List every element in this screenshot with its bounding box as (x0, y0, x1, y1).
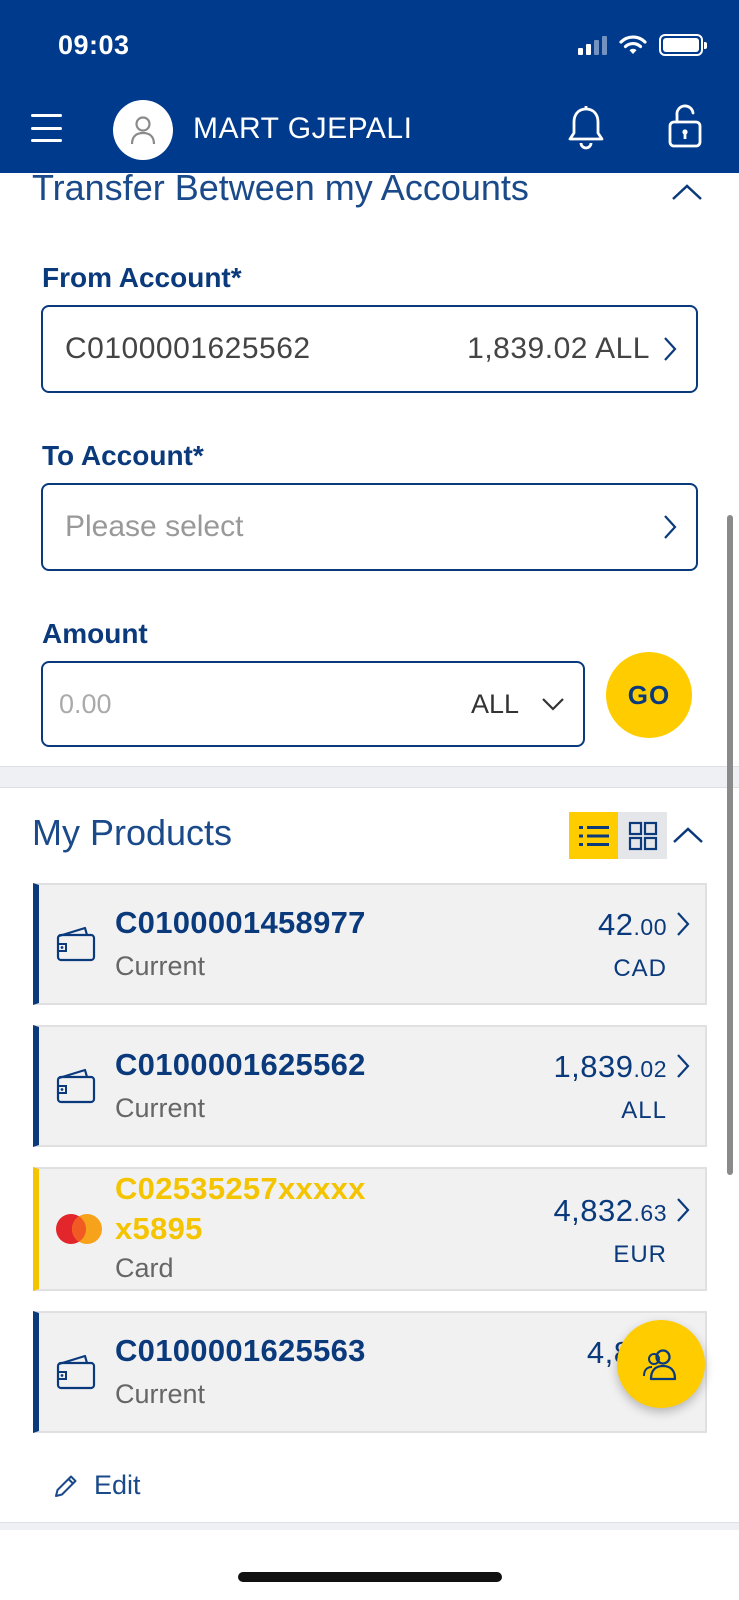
wifi-icon (619, 34, 647, 54)
edit-button[interactable]: Edit (52, 1470, 141, 1501)
to-account-label: To Account* (42, 440, 204, 471)
product-type: Current (115, 951, 206, 981)
contacts-icon (643, 1349, 677, 1381)
chevron-right-icon (677, 1054, 690, 1078)
product-number: C0100001458977 (115, 905, 366, 940)
bottom-divider (0, 1522, 739, 1530)
list-view-button[interactable] (569, 812, 618, 859)
bell-icon[interactable] (567, 105, 605, 151)
product-row[interactable]: C0100001625563 Current 4,832 E (33, 1311, 707, 1433)
chevron-right-icon (664, 515, 677, 539)
wallet-icon (56, 1354, 96, 1390)
amount-label: Amount (42, 618, 148, 649)
grid-view-icon (628, 821, 657, 850)
avatar[interactable] (113, 100, 173, 160)
top-bar: 09:03 MART GJEPALI (0, 0, 739, 173)
view-toggle (569, 812, 667, 859)
chevron-up-icon[interactable] (672, 826, 704, 844)
product-row[interactable]: C0100001625562 Current 1,839.02 ALL (33, 1025, 707, 1147)
products-section-title: My Products (32, 812, 233, 853)
product-type: Current (115, 1379, 206, 1409)
product-amount: 42.00 (598, 907, 667, 942)
from-account-select[interactable]: C0100001625562 1,839.02 ALL (41, 305, 698, 393)
chevron-right-icon (664, 337, 677, 361)
battery-icon (659, 34, 707, 56)
to-account-placeholder: Please select (65, 510, 244, 543)
product-currency: CAD (613, 955, 667, 982)
status-time: 09:03 (58, 30, 130, 60)
amount-currency-select[interactable]: ALL (471, 689, 519, 720)
amount-field[interactable]: 0.00 ALL (41, 661, 585, 747)
list-view-icon (578, 825, 609, 846)
to-account-select[interactable]: Please select (41, 483, 698, 571)
lock-icon[interactable] (667, 104, 703, 148)
user-name: MART GJEPALI (193, 112, 413, 145)
chevron-down-icon[interactable] (541, 697, 565, 711)
product-row[interactable]: C02535257xxxxx x5895 Card 4,832.63 EUR (33, 1167, 707, 1291)
wallet-icon (56, 926, 96, 962)
mastercard-icon (56, 1214, 102, 1244)
transfer-section-title: Transfer Between my Accounts (32, 167, 529, 208)
product-number: C0100001625563 (115, 1333, 366, 1368)
product-number: C02535257xxxxx x5895 (115, 1171, 366, 1246)
amount-input[interactable]: 0.00 (59, 689, 112, 720)
scrollbar[interactable] (727, 515, 733, 1175)
product-currency: EUR (613, 1241, 667, 1268)
user-icon (130, 116, 156, 145)
status-icons (578, 34, 707, 56)
chevron-right-icon (677, 1198, 690, 1222)
product-type: Card (115, 1253, 174, 1283)
wallet-icon (56, 1068, 96, 1104)
chevron-up-icon[interactable] (671, 183, 703, 201)
chevron-right-icon (677, 912, 690, 936)
pencil-icon (55, 1475, 77, 1497)
product-list: C0100001458977 Current 42.00 CAD C010000… (33, 883, 707, 1453)
from-account-number: C0100001625562 (65, 332, 311, 365)
product-number: C0100001625562 (115, 1047, 366, 1082)
product-currency: ALL (621, 1097, 667, 1124)
from-account-balance: 1,839.02 ALL (467, 332, 650, 365)
section-divider (0, 766, 739, 788)
go-button[interactable]: GO (606, 652, 692, 738)
product-row[interactable]: C0100001458977 Current 42.00 CAD (33, 883, 707, 1005)
product-amount: 4,832.63 (553, 1193, 667, 1228)
product-amount: 1,839.02 (553, 1049, 667, 1084)
product-type: Current (115, 1093, 206, 1123)
edit-label: Edit (94, 1470, 141, 1500)
menu-icon[interactable] (31, 114, 62, 142)
support-fab-button[interactable] (617, 1320, 705, 1408)
cellular-signal-icon (578, 35, 607, 55)
from-account-label: From Account* (42, 262, 242, 293)
home-indicator[interactable] (238, 1572, 502, 1582)
grid-view-button[interactable] (618, 812, 667, 859)
